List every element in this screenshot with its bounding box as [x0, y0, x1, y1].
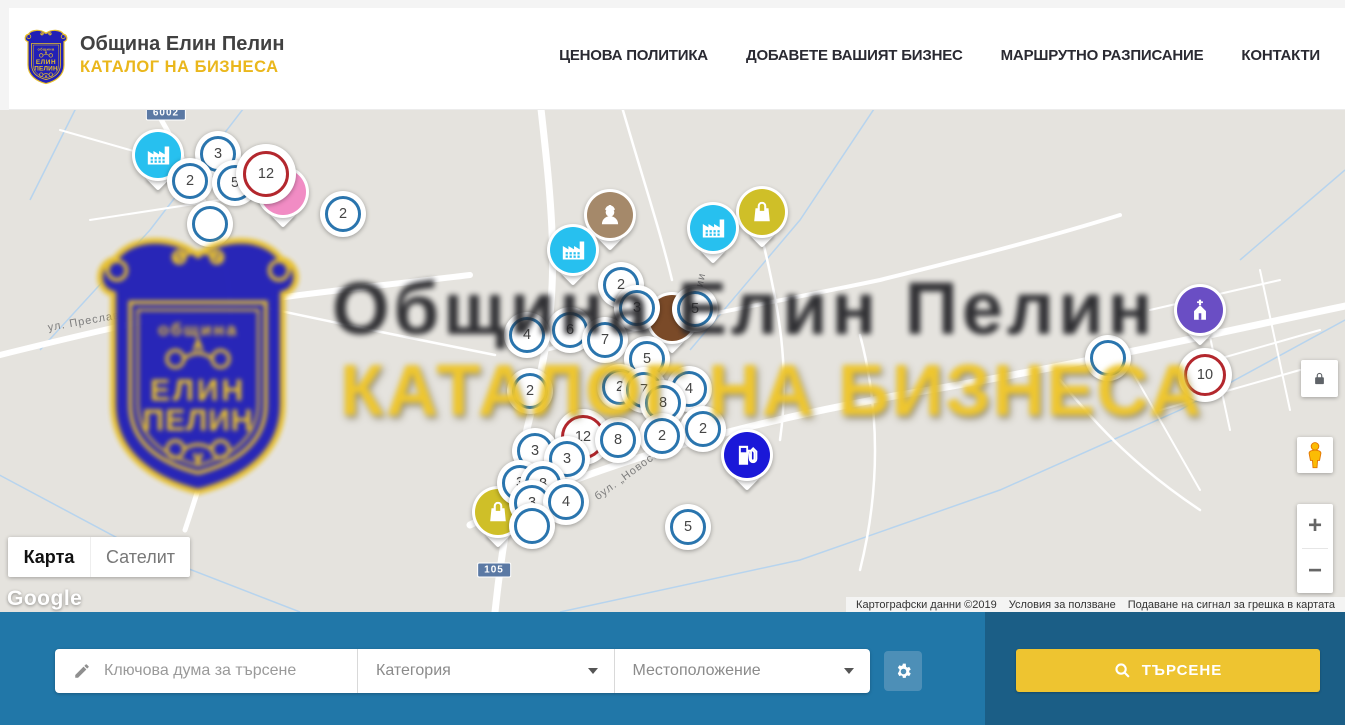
pegman-button[interactable]	[1297, 437, 1333, 473]
map-type-map-button[interactable]: Карта	[8, 537, 90, 577]
factory-pin[interactable]	[547, 224, 599, 294]
map-type-satellite-button[interactable]: Сателит	[90, 537, 190, 577]
svg-text:община: община	[37, 47, 54, 51]
map-attribution: Картографски данни ©2019 Условия за полз…	[846, 597, 1345, 612]
cluster-marker[interactable]: 2	[639, 413, 685, 459]
municipality-crest-icon: община ЕЛИН ПЕЛИН	[22, 24, 70, 86]
category-select[interactable]: Категория	[358, 649, 614, 693]
search-button[interactable]: ТЪРСЕНЕ	[1016, 649, 1320, 692]
map-canvas[interactable]: ул. Преславбул. „Новоселции 6002105	[0, 110, 1345, 612]
location-select[interactable]: Местоположение	[615, 649, 871, 693]
chevron-down-icon	[844, 668, 854, 674]
nav-link[interactable]: МАРШРУТНО РАЗПИСАНИЕ	[1001, 47, 1204, 64]
lock-button[interactable]	[1301, 360, 1338, 397]
fuel-pin[interactable]	[721, 429, 773, 499]
lock-icon	[1312, 371, 1327, 386]
cluster-marker[interactable]: 7	[582, 317, 628, 363]
cluster-marker[interactable]: 2	[507, 368, 553, 414]
page-margin	[0, 0, 9, 110]
search-bar: ТЪРСЕНЕ Категория Местоположение	[0, 612, 1345, 725]
cluster-marker[interactable]: 2	[320, 191, 366, 237]
google-logo[interactable]: Google	[7, 587, 82, 611]
cluster-marker[interactable]	[187, 201, 233, 247]
pegman-icon	[1305, 441, 1325, 469]
cluster-marker[interactable]: 2	[680, 406, 726, 452]
cluster-marker[interactable]: 5	[665, 504, 711, 550]
pencil-icon	[73, 662, 91, 680]
cluster-marker[interactable]: 10	[1178, 348, 1232, 402]
nav-link[interactable]: ДОБАВЕТЕ ВАШИЯТ БИЗНЕС	[746, 47, 963, 64]
terms-link[interactable]: Условия за ползване	[1003, 599, 1122, 611]
nav-link[interactable]: КОНТАКТИ	[1241, 47, 1320, 64]
cluster-marker[interactable]: 2	[167, 158, 213, 204]
search-bar-right-panel: ТЪРСЕНЕ	[985, 612, 1345, 725]
gear-icon	[894, 662, 913, 681]
search-icon	[1114, 662, 1131, 679]
zoom-control: + −	[1297, 504, 1333, 593]
cluster-marker[interactable]: 8	[595, 417, 641, 463]
cluster-marker[interactable]: 4	[504, 312, 550, 358]
route-badge: 6002	[146, 110, 186, 121]
cluster-marker[interactable]: 5	[672, 286, 718, 332]
site-logo[interactable]: община ЕЛИН ПЕЛИН Община Елин Пелин КАТА…	[22, 24, 284, 86]
zoom-in-button[interactable]: +	[1297, 504, 1333, 548]
svg-text:ЕЛИН: ЕЛИН	[36, 59, 56, 66]
site-title: Община Елин Пелин	[80, 32, 284, 57]
map-type-control: Карта Сателит	[8, 537, 190, 577]
advanced-settings-button[interactable]	[884, 651, 922, 691]
nav-link[interactable]: ЦЕНОВА ПОЛИТИКА	[559, 47, 708, 64]
search-input-group: Категория Местоположение	[55, 649, 870, 693]
site-header: община ЕЛИН ПЕЛИН Община Елин Пелин КАТА…	[0, 0, 1345, 110]
bag-pin[interactable]	[736, 186, 788, 256]
attribution-copyright: Картографски данни ©2019	[850, 599, 1003, 611]
cluster-marker[interactable]: 12	[236, 144, 296, 204]
cluster-marker[interactable]	[1085, 335, 1131, 381]
keyword-field	[55, 649, 357, 693]
chevron-down-icon	[588, 668, 598, 674]
keyword-input[interactable]	[104, 662, 357, 680]
main-nav: ЦЕНОВА ПОЛИТИКА ДОБАВЕТЕ ВАШИЯТ БИЗНЕС МАР…	[559, 0, 1320, 110]
route-badge: 105	[477, 563, 511, 578]
zoom-out-button[interactable]: −	[1297, 549, 1333, 593]
church-pin[interactable]	[1174, 284, 1226, 354]
site-subtitle: КАТАЛОГ НА БИЗНЕСА	[80, 57, 284, 78]
cluster-marker[interactable]	[509, 503, 555, 549]
factory-pin[interactable]	[687, 202, 739, 272]
svg-text:ПЕЛИН: ПЕЛИН	[34, 66, 58, 73]
report-error-link[interactable]: Подаване на сигнал за грешка в картата	[1122, 599, 1341, 611]
